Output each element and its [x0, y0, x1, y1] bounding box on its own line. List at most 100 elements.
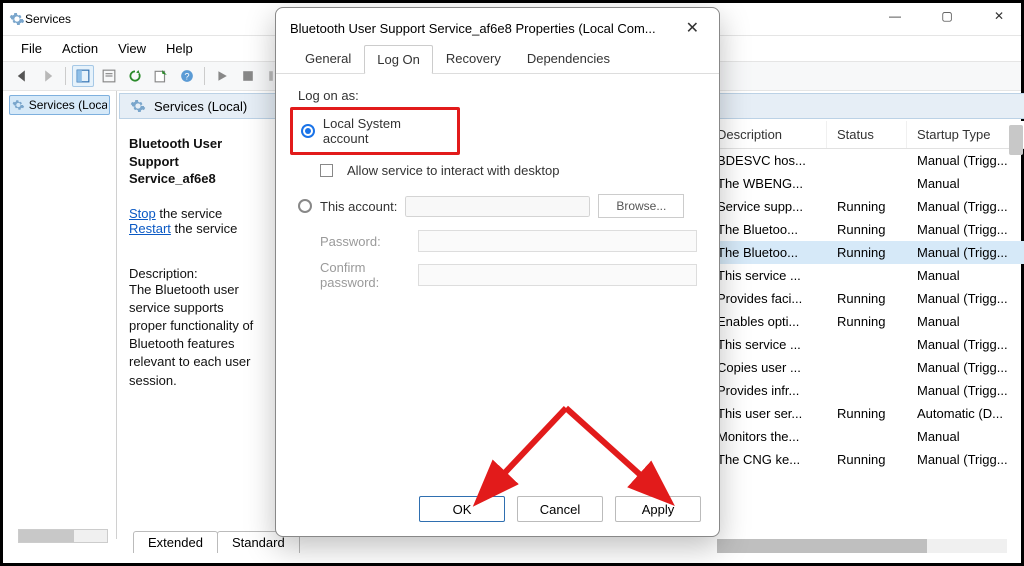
cell-description: Service supp...	[707, 197, 827, 216]
logon-as-label: Log on as:	[298, 88, 697, 103]
cell-status	[827, 343, 907, 347]
window-title: Services	[25, 12, 71, 26]
tree-horizontal-scrollbar[interactable]	[18, 529, 108, 543]
table-row[interactable]: The Bluetoo...RunningManual (Trigg...	[707, 241, 1024, 264]
dialog-close-button[interactable]: ✕	[680, 18, 705, 38]
description-text: The Bluetooth user service supports prop…	[129, 281, 255, 390]
cell-description: This service ...	[707, 266, 827, 285]
show-hide-tree-button[interactable]	[72, 65, 94, 87]
local-system-radio[interactable]	[301, 124, 315, 138]
cell-startup: Manual (Trigg...	[907, 450, 1024, 469]
back-button[interactable]	[11, 65, 33, 87]
cell-startup: Manual (Trigg...	[907, 381, 1024, 400]
cell-startup: Manual	[907, 174, 1024, 193]
detail-pane: Bluetooth User Support Service_af6e8 Sto…	[117, 121, 267, 539]
table-row[interactable]: The CNG ke...RunningManual (Trigg...	[707, 448, 1024, 471]
confirm-password-input[interactable]	[418, 264, 697, 286]
cell-description: The Bluetoo...	[707, 243, 827, 262]
cell-status: Running	[827, 312, 907, 331]
cell-description: BDESVC hos...	[707, 151, 827, 170]
export-button[interactable]	[150, 65, 172, 87]
restart-link[interactable]: Restart	[129, 221, 171, 236]
cell-status	[827, 389, 907, 393]
tab-dependencies[interactable]: Dependencies	[514, 44, 623, 73]
confirm-password-label: Confirm password:	[298, 260, 408, 290]
apply-button[interactable]: Apply	[615, 496, 701, 522]
close-window-button[interactable]: ✕	[985, 9, 1013, 23]
tab-logon[interactable]: Log On	[364, 45, 433, 74]
stop-service-button[interactable]	[237, 65, 259, 87]
refresh-button[interactable]	[124, 65, 146, 87]
tree-pane: Services (Local)	[3, 91, 117, 539]
ok-button[interactable]: OK	[419, 496, 505, 522]
col-startup[interactable]: Startup Type	[907, 121, 1024, 148]
maximize-button[interactable]: ▢	[933, 9, 961, 23]
table-row[interactable]: BDESVC hos...Manual (Trigg...	[707, 149, 1024, 172]
help-button[interactable]: ?	[176, 65, 198, 87]
col-description[interactable]: Description	[707, 121, 827, 148]
this-account-label: This account:	[320, 199, 397, 214]
minimize-button[interactable]: —	[881, 9, 909, 23]
password-label: Password:	[298, 234, 408, 249]
table-row[interactable]: Enables opti...RunningManual	[707, 310, 1024, 333]
table-row[interactable]: Copies user ... Manual (Trigg...	[707, 356, 1024, 379]
cell-description: Provides faci...	[707, 289, 827, 308]
cell-startup: Manual	[907, 312, 1024, 331]
tab-extended[interactable]: Extended	[133, 531, 218, 553]
services-window: Services — ▢ ✕ File Action View Help ?	[0, 0, 1024, 566]
table-row[interactable]: Service supp...RunningManual (Trigg...	[707, 195, 1024, 218]
properties-button[interactable]	[98, 65, 120, 87]
grid-horizontal-scrollbar[interactable]	[717, 539, 1007, 553]
cell-startup: Manual (Trigg...	[907, 289, 1024, 308]
cell-startup: Manual (Trigg...	[907, 220, 1024, 239]
table-row[interactable]: The WBENG...Manual	[707, 172, 1024, 195]
cell-status	[827, 274, 907, 278]
tab-recovery[interactable]: Recovery	[433, 44, 514, 73]
cell-status: Running	[827, 197, 907, 216]
grid-body: BDESVC hos...Manual (Trigg...The WBENG..…	[707, 149, 1024, 471]
cell-status	[827, 159, 907, 163]
password-input[interactable]	[418, 230, 697, 252]
menu-help[interactable]: Help	[158, 38, 201, 59]
start-service-button[interactable]	[211, 65, 233, 87]
table-row[interactable]: This service ...Manual (Trigg...	[707, 333, 1024, 356]
cell-status	[827, 435, 907, 439]
table-row[interactable]: This service ...Manual	[707, 264, 1024, 287]
table-row[interactable]: Provides faci...RunningManual (Trigg...	[707, 287, 1024, 310]
table-row[interactable]: Monitors the... Manual	[707, 425, 1024, 448]
cell-status: Running	[827, 404, 907, 423]
menu-view[interactable]: View	[110, 38, 154, 59]
this-account-input[interactable]	[405, 196, 590, 217]
allow-interact-checkbox[interactable]	[320, 164, 333, 177]
local-system-label: Local System account	[323, 116, 449, 146]
menu-file[interactable]: File	[13, 38, 50, 59]
description-label: Description:	[129, 266, 255, 281]
cell-startup: Manual	[907, 427, 1024, 446]
cell-startup: Automatic (D...	[907, 404, 1024, 423]
tree-root[interactable]: Services (Local)	[9, 95, 110, 115]
cell-status: Running	[827, 243, 907, 262]
center-header-label: Services (Local)	[154, 99, 247, 114]
menu-action[interactable]: Action	[54, 38, 106, 59]
forward-button[interactable]	[37, 65, 59, 87]
table-row[interactable]: This user ser...RunningAutomatic (D...	[707, 402, 1024, 425]
cell-description: The CNG ke...	[707, 450, 827, 469]
stop-link[interactable]: Stop	[129, 206, 156, 221]
cell-description: Copies user ...	[707, 358, 827, 377]
properties-dialog: Bluetooth User Support Service_af6e8 Pro…	[275, 7, 720, 537]
vertical-scrollbar[interactable]	[1009, 125, 1023, 155]
table-row[interactable]: Provides infr...Manual (Trigg...	[707, 379, 1024, 402]
selected-service-name: Bluetooth User Support Service_af6e8	[129, 135, 255, 188]
browse-button[interactable]: Browse...	[598, 194, 684, 218]
cell-startup: Manual (Trigg...	[907, 358, 1024, 377]
allow-interact-label: Allow service to interact with desktop	[347, 163, 559, 178]
tab-general[interactable]: General	[292, 44, 364, 73]
this-account-radio[interactable]	[298, 199, 312, 213]
table-row[interactable]: The Bluetoo...RunningManual (Trigg...	[707, 218, 1024, 241]
services-icon	[12, 98, 25, 112]
grid-header: Description Status Startup Type	[707, 121, 1024, 149]
cancel-button[interactable]: Cancel	[517, 496, 603, 522]
cell-description: Monitors the...	[707, 427, 827, 446]
col-status[interactable]: Status	[827, 121, 907, 148]
cell-startup: Manual (Trigg...	[907, 243, 1024, 262]
